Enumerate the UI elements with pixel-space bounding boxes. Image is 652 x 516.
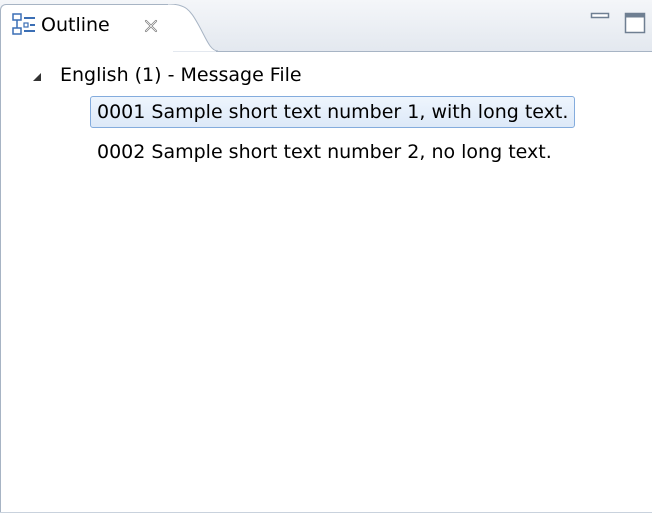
tree-root-item[interactable]: English (1) - Message File	[60, 60, 302, 92]
minimize-icon[interactable]	[590, 12, 610, 26]
tab-title: Outline	[41, 14, 110, 36]
maximize-icon[interactable]	[624, 12, 646, 34]
close-icon[interactable]	[144, 19, 158, 33]
tab-edge	[168, 4, 218, 52]
tree-item[interactable]: 0002 Sample short text number 2, no long…	[97, 137, 552, 169]
view-bottom-border	[0, 512, 652, 513]
outline-view-icon	[12, 13, 35, 35]
outline-view: Outline English (1) - Message File 0001 …	[0, 0, 652, 516]
tree-item-selected[interactable]: 0001 Sample short text number 1, with lo…	[90, 96, 576, 128]
expanded-twisty-icon[interactable]	[32, 72, 42, 82]
